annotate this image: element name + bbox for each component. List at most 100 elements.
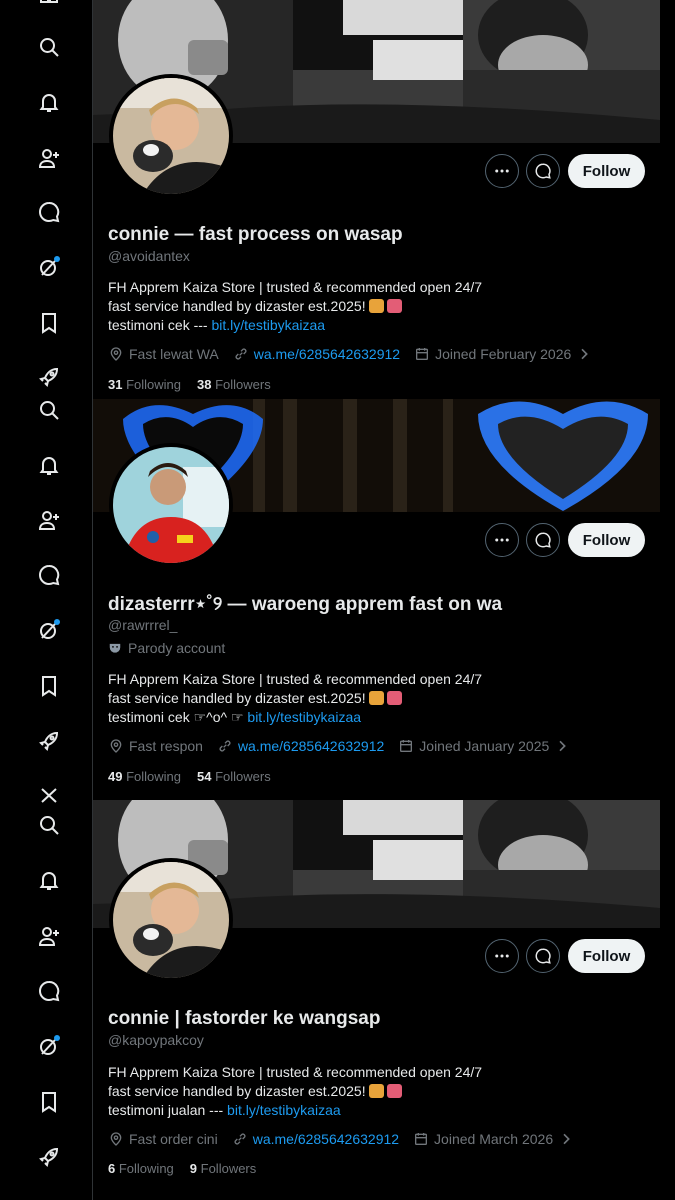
joined-date: Joined February 2026 [435, 346, 572, 362]
bio-line: fast service handled by dizaster est.202… [108, 690, 366, 706]
search-icon[interactable] [32, 808, 66, 842]
right-gutter [660, 0, 675, 1200]
profile-card: Follow dizasterrr⋆˚୨ — waroeng apprem fa… [93, 399, 660, 799]
following-stat[interactable]: 49 Following [108, 769, 181, 784]
message-button[interactable] [526, 523, 560, 557]
sidebar-nav [0, 0, 92, 1200]
display-name: dizasterrr⋆˚୨ — waroeng apprem fast on w… [108, 594, 503, 615]
rocket-icon[interactable] [32, 1140, 66, 1174]
profile-avatar[interactable] [109, 74, 233, 198]
rocket-icon[interactable] [32, 360, 66, 394]
website-link[interactable]: wa.me/6285642632912 [253, 1131, 399, 1147]
bio-line: FH Apprem Kaiza Store | trusted & recomm… [108, 279, 483, 295]
x-logo-icon[interactable] [32, 778, 66, 812]
rocket-icon[interactable] [32, 724, 66, 758]
calendar-icon [400, 740, 413, 752]
more-dots-icon [495, 954, 509, 958]
parody-mask-icon [109, 643, 121, 653]
location-icon [110, 347, 122, 361]
lion-emoji-icon [368, 691, 384, 705]
location-text: Fast order cini [129, 1131, 218, 1147]
follow-button[interactable]: Follow [568, 523, 645, 557]
location-icon [110, 739, 122, 753]
message-bubble-icon [535, 948, 551, 964]
messages-icon[interactable] [32, 974, 66, 1008]
calendar-icon [415, 1133, 428, 1145]
followers-stat[interactable]: 54 Followers [197, 769, 271, 784]
main-content: Follow connie — fast process on wasap @a… [92, 0, 661, 1200]
link-icon [234, 1133, 246, 1145]
bio-link[interactable]: bit.ly/testibykaizaa [247, 709, 361, 725]
location-text: Fast lewat WA [129, 346, 219, 362]
notifications-icon[interactable] [32, 85, 66, 119]
link-icon [235, 348, 247, 360]
profile-avatar[interactable] [109, 443, 233, 567]
chevron-right-icon [581, 348, 589, 360]
profile-meta: Fast order cini wa.me/6285642632912 Join… [108, 1131, 588, 1147]
website-link[interactable]: wa.me/6285642632912 [238, 738, 384, 754]
notifications-icon[interactable] [32, 448, 66, 482]
followers-stat[interactable]: 38 Followers [197, 377, 271, 392]
notifications-icon[interactable] [32, 863, 66, 897]
chevron-right-icon [559, 740, 567, 752]
grok-icon[interactable] [32, 613, 66, 647]
message-button[interactable] [526, 154, 560, 188]
location-text: Fast respon [129, 738, 203, 754]
follow-people-icon[interactable] [32, 919, 66, 953]
parody-label: Parody account [108, 640, 225, 656]
followers-stat[interactable]: 9 Followers [190, 1161, 256, 1176]
follow-stats: 31 Following 38 Followers [108, 377, 271, 392]
lion-emoji-icon [368, 299, 384, 313]
messages-icon[interactable] [32, 558, 66, 592]
user-handle: @avoidantex [108, 248, 190, 264]
more-dots-icon [495, 169, 509, 173]
joined-date: Joined March 2026 [434, 1131, 554, 1147]
bookmark-icon[interactable] [32, 306, 66, 340]
follow-stats: 6 Following 9 Followers [108, 1161, 256, 1176]
search-icon[interactable] [32, 30, 66, 64]
profile-card: Follow connie — fast process on wasap @a… [93, 0, 660, 398]
calendar-icon [416, 348, 429, 360]
bookmark-icon[interactable] [32, 1085, 66, 1119]
display-name: connie | fastorder ke wangsap [108, 1008, 381, 1029]
message-button[interactable] [526, 939, 560, 973]
following-stat[interactable]: 31 Following [108, 377, 181, 392]
more-options-button[interactable] [485, 939, 519, 973]
bio-line: fast service handled by dizaster est.202… [108, 1083, 366, 1099]
user-handle: @kapoypakcoy [108, 1032, 204, 1048]
grok-icon[interactable] [32, 1029, 66, 1063]
follow-button[interactable]: Follow [568, 939, 645, 973]
home-icon[interactable] [32, 0, 66, 20]
more-options-button[interactable] [485, 154, 519, 188]
bio-link[interactable]: bit.ly/testibykaizaa [227, 1102, 341, 1118]
more-dots-icon [495, 538, 509, 542]
bio-line: testimoni cek --- [108, 317, 212, 333]
more-options-button[interactable] [485, 523, 519, 557]
joined-date: Joined January 2025 [419, 738, 550, 754]
profile-bio: FH Apprem Kaiza Store | trusted & recomm… [108, 1063, 482, 1120]
display-name: connie — fast process on wasap [108, 224, 403, 245]
bio-line: FH Apprem Kaiza Store | trusted & recomm… [108, 1064, 483, 1080]
follow-button[interactable]: Follow [568, 154, 645, 188]
following-stat[interactable]: 6 Following [108, 1161, 174, 1176]
bio-line: testimoni jualan --- [108, 1102, 228, 1118]
website-link[interactable]: wa.me/6285642632912 [254, 346, 400, 362]
profile-avatar[interactable] [109, 858, 233, 982]
profile-bio: FH Apprem Kaiza Store | trusted & recomm… [108, 278, 482, 335]
location-icon [110, 1132, 122, 1146]
grok-icon[interactable] [32, 250, 66, 284]
love-letter-emoji-icon [386, 299, 402, 313]
bookmark-icon[interactable] [32, 669, 66, 703]
bio-link[interactable]: bit.ly/testibykaizaa [211, 317, 325, 333]
bio-line: FH Apprem Kaiza Store | trusted & recomm… [108, 671, 483, 687]
chevron-right-icon [563, 1133, 570, 1145]
link-icon [219, 740, 231, 752]
follow-people-icon[interactable] [32, 141, 66, 175]
messages-icon[interactable] [32, 195, 66, 229]
profile-meta: Fast respon wa.me/6285642632912 Joined J… [108, 738, 584, 754]
message-bubble-icon [535, 163, 551, 179]
search-icon[interactable] [32, 393, 66, 427]
follow-people-icon[interactable] [32, 503, 66, 537]
follow-stats: 49 Following 54 Followers [108, 769, 271, 784]
message-bubble-icon [535, 532, 551, 548]
